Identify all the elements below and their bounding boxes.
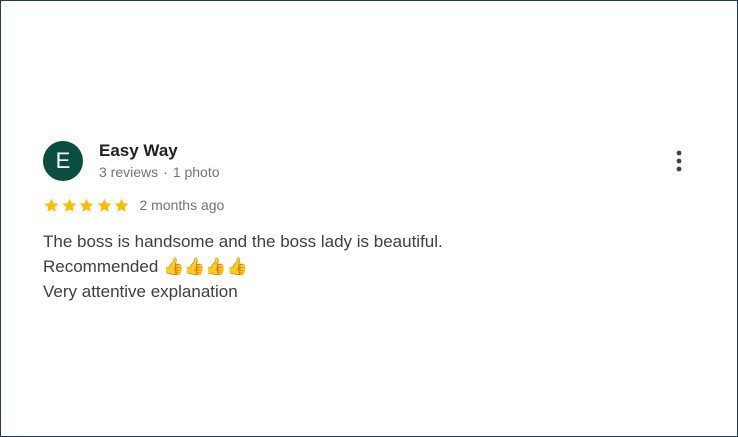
star-icon: [114, 198, 129, 212]
more-options-button[interactable]: [669, 149, 689, 173]
meta-separator: ·: [163, 164, 168, 180]
star-icon: [79, 198, 94, 212]
star-icon: [44, 198, 59, 212]
review-container: E Easy Way 3 reviews · 1 photo 2 months ag…: [0, 0, 738, 437]
reviews-count: 3 reviews: [99, 164, 159, 180]
review-text: The boss is handsome and the boss lady i…: [43, 232, 443, 301]
star-icon: [62, 198, 76, 212]
avatar[interactable]: E: [43, 141, 83, 181]
rating-row: 2 months ago: [43, 196, 224, 214]
author-block: Easy Way 3 reviews · 1 photo: [99, 141, 220, 180]
author-name[interactable]: Easy Way: [99, 141, 220, 161]
photos-count: 1 photo: [172, 164, 220, 180]
review-date: 2 months ago: [139, 197, 225, 213]
star-icon: [97, 198, 111, 212]
more-vert-icon: [676, 150, 682, 172]
author-meta: 3 reviews · 1 photo: [99, 164, 220, 180]
star-rating: [43, 197, 131, 214]
